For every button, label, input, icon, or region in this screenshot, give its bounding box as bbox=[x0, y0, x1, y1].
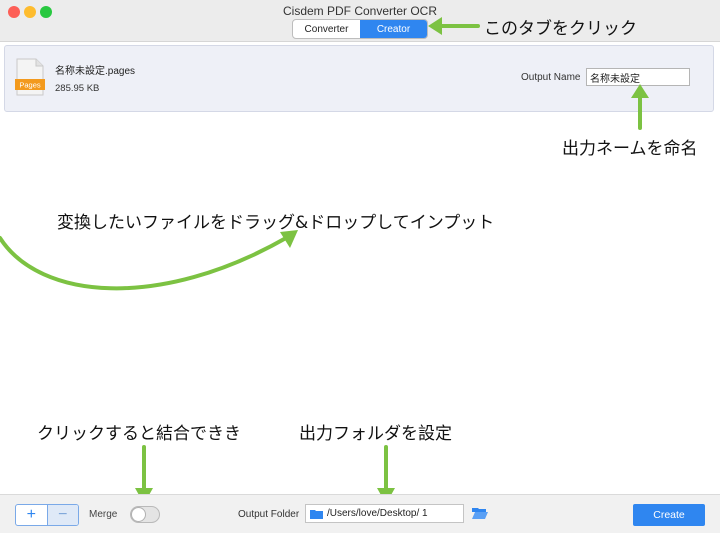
merge-toggle-knob bbox=[131, 507, 146, 522]
merge-hint-text: クリックすると結合できき bbox=[37, 424, 241, 444]
drop-hint-text: 変換したいファイルをドラッグ&ドロップしてインプット bbox=[57, 213, 495, 233]
bottom-toolbar: + − Merge Output Folder /Users/love/Desk… bbox=[0, 494, 720, 533]
add-file-button[interactable]: + bbox=[16, 505, 47, 525]
output-folder-label: Output Folder bbox=[238, 509, 300, 520]
tab-hint-text: このタブをクリック bbox=[484, 19, 637, 39]
remove-file-button[interactable]: − bbox=[46, 505, 78, 525]
merge-toggle[interactable] bbox=[130, 506, 160, 523]
add-remove-control: + − bbox=[15, 504, 79, 526]
output-name-hint-text: 出力ネームを命名 bbox=[562, 139, 698, 159]
create-button[interactable]: Create bbox=[633, 504, 705, 526]
output-folder-hint-text: 出力フォルダを設定 bbox=[299, 424, 452, 444]
browse-folder-icon[interactable] bbox=[471, 505, 489, 521]
drop-arrow-icon bbox=[0, 236, 288, 291]
folder-icon bbox=[310, 509, 323, 519]
output-folder-field[interactable]: /Users/love/Desktop/ 1 bbox=[305, 504, 464, 523]
merge-label: Merge bbox=[89, 509, 118, 520]
output-folder-path: /Users/love/Desktop/ 1 bbox=[327, 508, 428, 519]
